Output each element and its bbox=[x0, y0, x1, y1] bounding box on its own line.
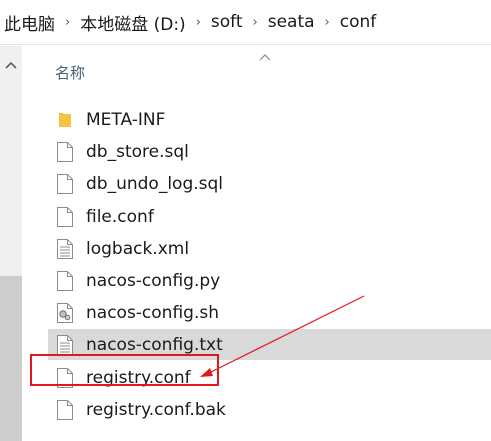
breadcrumb-item-local-disk[interactable]: 本地磁盘 (D:) bbox=[78, 10, 188, 35]
file-row[interactable]: logback.xml bbox=[48, 233, 491, 264]
file-icon bbox=[56, 399, 74, 421]
file-row[interactable]: META-INF bbox=[48, 104, 491, 135]
folder-icon bbox=[56, 109, 74, 131]
breadcrumb-separator-icon[interactable]: › bbox=[57, 15, 78, 30]
annotation-highlight-box bbox=[30, 354, 219, 386]
text-file-icon bbox=[56, 334, 74, 356]
file-name: registry.conf.bak bbox=[86, 399, 226, 420]
file-row[interactable]: registry.conf.bak bbox=[48, 394, 491, 425]
file-name: logback.xml bbox=[86, 238, 190, 259]
file-name: db_store.sql bbox=[86, 141, 189, 162]
file-row[interactable]: nacos-config.py bbox=[48, 265, 491, 296]
text-file-icon bbox=[56, 238, 74, 260]
breadcrumb-separator-icon[interactable]: › bbox=[245, 15, 266, 30]
file-icon bbox=[56, 141, 74, 163]
file-row[interactable]: nacos-config.sh bbox=[48, 297, 491, 328]
file-name: META-INF bbox=[86, 109, 166, 130]
file-name: db_undo_log.sql bbox=[86, 173, 224, 194]
file-name: nacos-config.txt bbox=[86, 334, 223, 355]
scroll-up-arrow-icon[interactable] bbox=[4, 60, 18, 70]
file-name: file.conf bbox=[86, 206, 154, 227]
file-row[interactable]: db_store.sql bbox=[48, 136, 491, 167]
breadcrumb-item-conf[interactable]: conf bbox=[338, 12, 379, 32]
file-name: nacos-config.py bbox=[86, 270, 221, 291]
sort-ascending-icon bbox=[259, 54, 271, 61]
navigation-pane-scrollbar[interactable] bbox=[0, 46, 22, 441]
file-icon bbox=[56, 173, 74, 195]
breadcrumb-item-seata[interactable]: seata bbox=[266, 12, 317, 32]
breadcrumb-separator-icon[interactable]: › bbox=[317, 15, 338, 30]
breadcrumb: 此电脑 › 本地磁盘 (D:) › soft › seata › conf bbox=[0, 0, 491, 45]
breadcrumb-item-soft[interactable]: soft bbox=[209, 12, 245, 32]
file-row[interactable]: db_undo_log.sql bbox=[48, 168, 491, 199]
file-name: nacos-config.sh bbox=[86, 302, 219, 323]
script-file-icon bbox=[56, 302, 74, 324]
scrollbar-thumb[interactable] bbox=[0, 276, 22, 441]
breadcrumb-separator-icon[interactable]: › bbox=[188, 15, 209, 30]
column-header-name[interactable]: 名称 bbox=[55, 62, 85, 83]
file-icon bbox=[56, 270, 74, 292]
breadcrumb-item-this-pc[interactable]: 此电脑 bbox=[2, 10, 57, 35]
file-icon bbox=[56, 206, 74, 228]
file-row[interactable]: file.conf bbox=[48, 201, 491, 232]
